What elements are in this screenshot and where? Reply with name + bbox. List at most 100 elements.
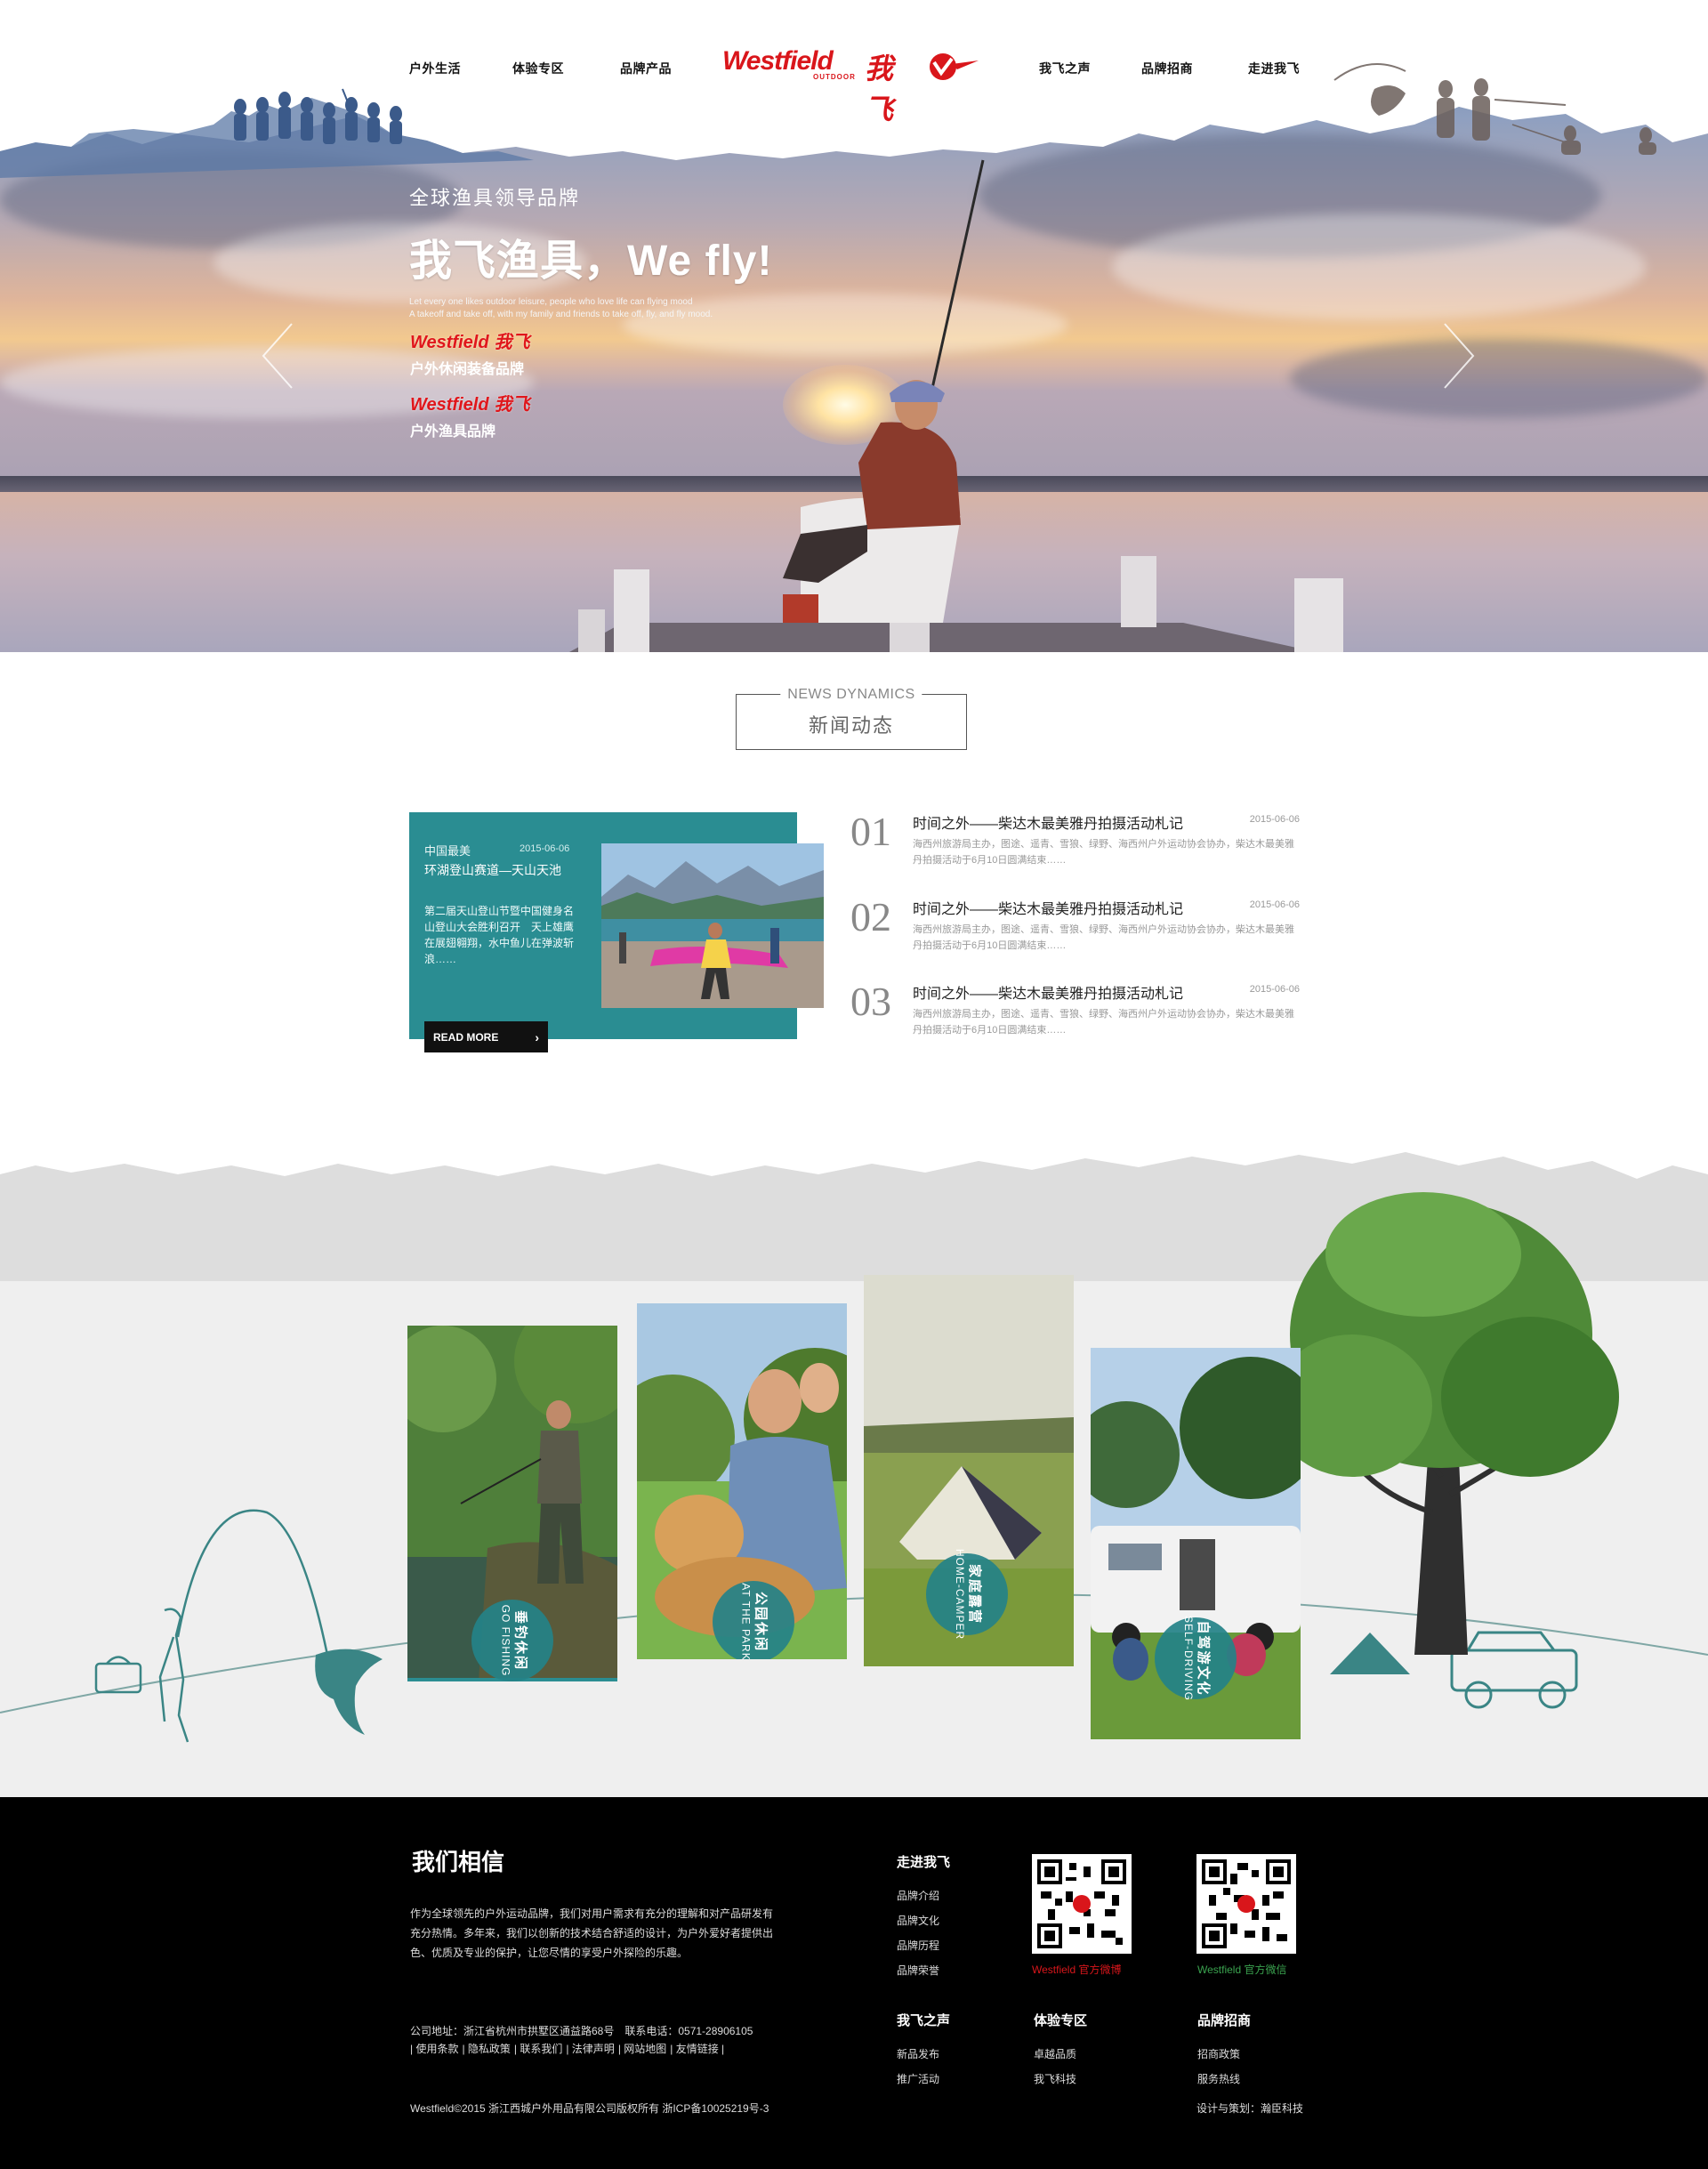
activity-title-en: HOME-CAMPER: [954, 1548, 966, 1641]
qr-label-text: 官方微博: [1078, 1963, 1122, 1976]
activity-badge: 公园休闲 AT THE PARK: [713, 1581, 794, 1659]
news-title[interactable]: 时间之外——柴达木最美雅丹拍摄活动札记: [913, 981, 1183, 1003]
news-date: 2015-06-06: [1249, 984, 1300, 995]
qr-code-weibo: [1032, 1854, 1132, 1954]
footer-about: 作为全球领先的户外运动品牌，我们对用户需求有充分的理解和对产品研发有充分热情。多…: [410, 1907, 774, 1959]
news-list-item[interactable]: 03 时间之外——柴达木最美雅丹拍摄活动札记 2015-06-06 海西州旅游局…: [850, 979, 1300, 1052]
footer-links: | 使用条款 | 隐私政策 | 联系我们 | 法律声明 | 网站地图 | 友情链…: [410, 2041, 728, 2056]
activity-badge: 自驾游文化 SELF-DRIVING: [1155, 1615, 1237, 1702]
sub-brand-label: 户外渔具品牌: [410, 424, 496, 439]
footer-col-title: 我飞之声: [897, 2013, 951, 2028]
qr-label-text: 官方微信: [1244, 1963, 1287, 1976]
news-heading-cn: 新闻动态: [808, 714, 894, 737]
chevron-right-icon: ›: [535, 1029, 539, 1044]
activity-title-cn: 自驾游文化: [1196, 1620, 1212, 1697]
nav-franchise[interactable]: 品牌招商: [1141, 60, 1193, 77]
news-list-item[interactable]: 01 时间之外——柴达木最美雅丹拍摄活动札记 2015-06-06 海西州旅游局…: [850, 809, 1300, 883]
sub-brand-logo: Westfield: [410, 395, 489, 415]
news-heading: NEWS DYNAMICS 新闻动态: [736, 687, 967, 750]
footer-link-terms[interactable]: | 使用条款: [410, 2041, 458, 2056]
footer-col-link[interactable]: 我飞科技: [1034, 2067, 1087, 2092]
brand-logo-sub: OUTDOOR: [813, 73, 856, 81]
footer-col-link[interactable]: 品牌荣誉: [897, 1958, 950, 1983]
footer-col-link[interactable]: 服务热线: [1197, 2067, 1251, 2092]
sub-brand-label: 户外休闲装备品牌: [410, 362, 525, 377]
qr-code-wechat: [1196, 1854, 1296, 1954]
activity-title-cn: 垂钓休闲: [512, 1609, 528, 1672]
sub-brand-leisure[interactable]: Westfield 我飞 户外休闲装备品牌: [410, 327, 530, 378]
nav-products[interactable]: 品牌产品: [620, 60, 672, 77]
qr-label-weibo: Westfield 官方微博: [1032, 1962, 1122, 1977]
sub-brand-fishing[interactable]: Westfield 我飞 户外渔具品牌: [410, 390, 530, 440]
brand-logo-text: Westfield: [722, 46, 834, 76]
sub-brand-logo: Westfield: [410, 333, 489, 352]
activity-title-en: GO FISHING: [498, 1604, 512, 1677]
nav-about[interactable]: 走进我飞: [1248, 60, 1300, 77]
news-title[interactable]: 时间之外——柴达木最美雅丹拍摄活动札记: [913, 897, 1183, 918]
read-more-button[interactable]: READ MORE ›: [424, 1021, 548, 1052]
footer-copyright: Westfield©2015 浙江西城户外用品有限公司版权所有 浙ICP备100…: [410, 2102, 769, 2115]
footer-col-link[interactable]: 品牌文化: [897, 1908, 950, 1933]
qr-label-wechat: Westfield 官方微信: [1197, 1962, 1287, 1977]
featured-desc: 第二届天山登山节暨中国健身名山登山大会胜利召开 天上雄鹰在展翅翱翔，水中鱼儿在弹…: [424, 905, 575, 965]
activity-card-park[interactable]: 公园休闲 AT THE PARK: [637, 1303, 847, 1659]
hero-headline: 我飞渔具，We fly!: [409, 238, 773, 285]
footer-link-legal[interactable]: | 法律声明: [566, 2041, 614, 2056]
brand-mark-icon: [930, 53, 979, 80]
news-title[interactable]: 时间之外——柴达木最美雅丹拍摄活动札记: [913, 811, 1183, 833]
footer-col-title: 体验专区: [1034, 2013, 1088, 2028]
news-list-item[interactable]: 02 时间之外——柴达木最美雅丹拍摄活动札记 2015-06-06 海西州旅游局…: [850, 894, 1300, 968]
brand-logo-cn: 我飞: [865, 52, 894, 125]
site-footer: 我们相信 作为全球领先的户外运动品牌，我们对用户需求有充分的理解和对产品研发有充…: [0, 1797, 1708, 2169]
footer-col-about: 走进我飞 品牌介绍 品牌文化 品牌历程 品牌荣誉: [897, 1852, 950, 1983]
footer-col-link[interactable]: 推广活动: [897, 2067, 950, 2092]
footer-col-title: 品牌招商: [1197, 2013, 1252, 2028]
footer-col-link[interactable]: 新品发布: [897, 2042, 950, 2067]
chevron-left-icon[interactable]: [260, 320, 295, 391]
hero-banner: 户外生活 体验专区 品牌产品 Westfield OUTDOOR 我飞 我飞之声…: [0, 0, 1708, 652]
footer-col-title: 走进我飞: [897, 1855, 951, 1870]
footer-link-contact[interactable]: | 联系我们: [514, 2041, 562, 2056]
featured-title: 环湖登山赛道—天山天池: [424, 863, 561, 877]
hero-text: 全球渔具领导品牌 我飞渔具，We fly! Let every one like…: [409, 182, 772, 321]
qr-label-brand: Westfield: [1032, 1963, 1076, 1976]
footer-col-link[interactable]: 品牌介绍: [897, 1883, 950, 1908]
news-number: 03: [850, 979, 891, 1024]
brand-logo[interactable]: Westfield OUTDOOR 我飞: [722, 46, 979, 125]
activity-title-en: AT THE PARK: [740, 1583, 753, 1659]
nav-outdoor-life[interactable]: 户外生活: [409, 60, 461, 77]
footer-link-friends[interactable]: | 友情链接 |: [670, 2041, 724, 2056]
news-desc: 海西州旅游局主办，图途、遥青、雪狼、绿野、海西州户外运动协会协办，柴达木最美雅丹…: [913, 924, 1294, 951]
news-date: 2015-06-06: [1249, 899, 1300, 910]
footer-col-link[interactable]: 品牌历程: [897, 1933, 950, 1958]
footer-col-link[interactable]: 招商政策: [1197, 2042, 1251, 2067]
activity-card-camping[interactable]: 家庭露营 HOME-CAMPER: [864, 1275, 1074, 1666]
activities-section: 垂钓休闲 GO FISHING 公园休闲 AT THE PARK 家庭露营 HO…: [0, 1139, 1708, 1797]
top-navigation: 户外生活 体验专区 品牌产品 Westfield OUTDOOR 我飞 我飞之声…: [0, 0, 1708, 125]
activity-title-cn: 家庭露营: [967, 1563, 982, 1625]
featured-news-card[interactable]: 中国最美 2015-06-06 环湖登山赛道—天山天池 第二届天山登山节暨中国健…: [409, 812, 824, 1039]
activity-badge: 家庭露营 HOME-CAMPER: [926, 1549, 1008, 1640]
footer-link-sitemap[interactable]: | 网站地图: [618, 2041, 666, 2056]
footer-address: 公司地址：浙江省杭州市拱墅区通益路68号 联系电话：0571-28906105: [410, 2025, 753, 2037]
activity-badge: 垂钓休闲 GO FISHING: [471, 1600, 553, 1681]
footer-title: 我们相信: [412, 1849, 505, 1875]
news-number: 02: [850, 894, 891, 939]
featured-tag: 中国最美: [424, 844, 471, 858]
footer-col-experience: 体验专区 卓越品质 我飞科技: [1034, 2011, 1087, 2092]
news-date: 2015-06-06: [1249, 814, 1300, 825]
nav-experience[interactable]: 体验专区: [512, 60, 564, 77]
footer-col-voice: 我飞之声 新品发布 推广活动: [897, 2011, 950, 2092]
qr-label-brand: Westfield: [1197, 1963, 1242, 1976]
footer-col-link[interactable]: 卓越品质: [1034, 2042, 1087, 2067]
hero-en-line-2: A takeoff and take off, with my family a…: [409, 310, 713, 319]
news-heading-en: NEWS DYNAMICS: [780, 687, 922, 703]
activity-title-en: SELF-DRIVING: [1182, 1615, 1196, 1702]
chevron-right-icon[interactable]: [1441, 320, 1477, 391]
news-number: 01: [850, 809, 891, 854]
footer-link-privacy[interactable]: | 隐私政策: [462, 2041, 510, 2056]
nav-voice[interactable]: 我飞之声: [1039, 60, 1091, 77]
footer-credit: 设计与策划：瀚臣科技: [1196, 2102, 1304, 2115]
activity-card-fishing[interactable]: 垂钓休闲 GO FISHING: [407, 1326, 617, 1681]
activity-card-self-driving[interactable]: 自驾游文化 SELF-DRIVING: [1091, 1348, 1301, 1739]
